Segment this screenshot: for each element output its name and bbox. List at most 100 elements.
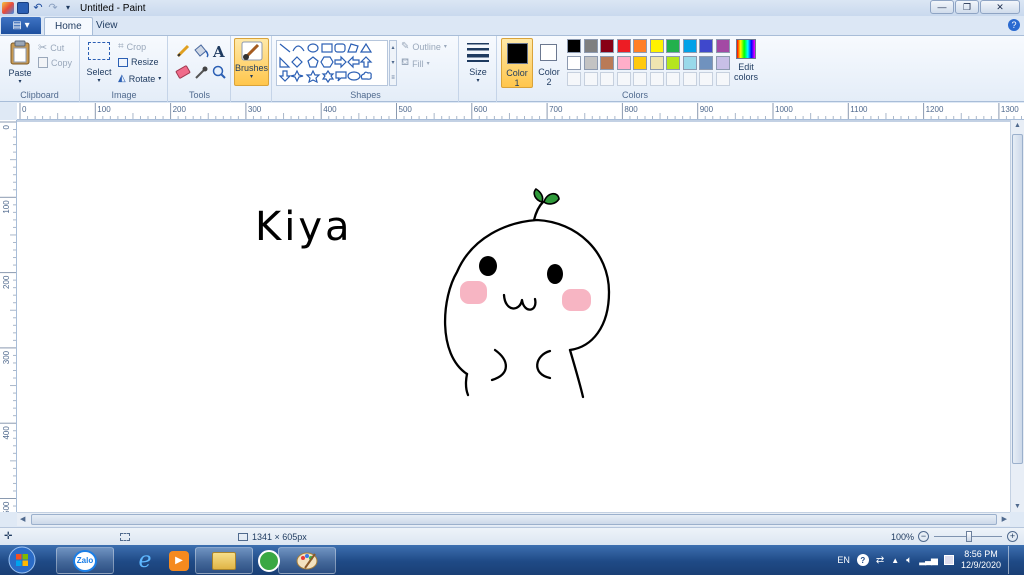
size-button[interactable]: Size ▾ [464,41,492,84]
zoom-out-button[interactable]: − [918,531,929,542]
oval-shape-icon[interactable] [307,43,319,53]
palette-swatch[interactable] [715,55,730,70]
right-triangle-shape-icon[interactable] [279,56,291,68]
callout-shape-icon[interactable] [335,71,347,82]
hexagon-shape-icon[interactable] [320,56,334,68]
pentagon-shape-icon[interactable] [307,56,319,68]
curve-shape-icon[interactable] [292,45,305,52]
horizontal-scrollbar[interactable]: ◀ ▶ [17,512,1010,526]
redo-icon[interactable]: ↷ [47,2,59,14]
fill-bucket-icon[interactable] [194,44,209,58]
copy-button[interactable]: Copy [38,57,72,68]
palette-custom-slot[interactable] [583,72,598,86]
palette-swatch[interactable] [699,55,713,70]
polygon-shape-icon[interactable] [347,43,359,53]
volume-icon[interactable]: 🔈︎ [906,555,912,566]
diamond-shape-icon[interactable] [291,56,303,68]
five-point-star-shape-icon[interactable] [305,69,321,84]
down-arrow-shape-icon[interactable] [278,70,292,82]
signal-icon[interactable]: ▂▃▅ [919,555,938,566]
fill-button[interactable]: ⛾ Fill ▾ [401,57,430,70]
show-desktop-button[interactable] [1008,546,1016,574]
palette-custom-slot[interactable] [600,72,614,86]
network-icon[interactable] [943,555,954,565]
palette-custom-slot[interactable] [567,72,581,86]
color-picker-icon[interactable] [195,66,208,79]
palette-swatch[interactable] [649,55,664,70]
palette-custom-slot[interactable] [699,72,713,86]
paste-dropdown-icon[interactable]: ▾ [18,78,21,85]
oval-callout-shape-icon[interactable] [347,71,361,81]
zoom-slider[interactable] [934,531,1002,542]
network-share-icon[interactable]: ⇄ [876,555,884,566]
resize-button[interactable]: Resize [118,57,159,67]
customize-quick-access-icon[interactable]: ▾ [62,2,74,14]
help-icon[interactable]: ? [1008,19,1020,31]
tab-view[interactable]: View [86,17,128,35]
palette-custom-slot[interactable] [649,72,664,86]
shapes-gallery[interactable] [276,40,388,86]
palette-custom-slot[interactable] [616,72,631,86]
vertical-scroll-thumb[interactable] [1012,134,1023,464]
taskbar-paint[interactable] [278,547,336,574]
palette-swatch[interactable] [583,39,598,53]
triangle-shape-icon[interactable] [359,42,373,53]
zoom-slider-handle[interactable] [966,531,972,542]
palette-swatch[interactable] [616,55,631,70]
show-hidden-icons-icon[interactable]: ▲ [891,556,899,565]
start-button[interactable] [2,546,42,574]
palette-swatch[interactable] [666,39,680,53]
palette-swatch[interactable] [649,39,664,53]
palette-swatch[interactable] [715,39,730,53]
palette-swatch[interactable] [633,55,647,70]
palette-custom-slot[interactable] [682,72,697,86]
clock[interactable]: 8:56 PM 12/9/2020 [961,549,1001,571]
zoom-in-button[interactable]: + [1007,531,1018,542]
select-button[interactable]: Select ▾ [85,42,113,84]
eraser-icon[interactable] [175,65,191,79]
rectangle-shape-icon[interactable] [321,43,333,53]
palette-swatch[interactable] [567,39,581,53]
horizontal-scroll-thumb[interactable] [31,514,997,525]
paint-app-icon[interactable] [2,2,14,14]
crop-button[interactable]: ⌗ Crop [118,41,146,52]
cut-button[interactable]: ✂ Cut [38,41,64,54]
palette-custom-slot[interactable] [715,72,730,86]
right-arrow-shape-icon[interactable] [334,55,347,69]
six-point-star-shape-icon[interactable] [321,69,335,84]
palette-swatch[interactable] [600,39,614,53]
select-dropdown-icon[interactable]: ▾ [97,77,100,84]
close-button[interactable]: ✕ [980,0,1020,14]
palette-custom-slot[interactable] [633,72,647,86]
pencil-icon[interactable] [175,43,191,59]
text-icon[interactable]: A [212,43,225,61]
scroll-up-arrow-icon[interactable]: ▲ [1014,122,1021,129]
vertical-scrollbar[interactable]: ▲ ▼ [1010,120,1024,512]
brushes-button[interactable]: Brushes ▾ [234,38,269,86]
language-indicator[interactable]: EN [837,555,850,565]
color2-button[interactable]: Color 2 [534,38,564,88]
file-menu-button[interactable]: ▤ ▾ [1,17,41,34]
scroll-left-arrow-icon[interactable]: ◀ [20,515,25,523]
left-arrow-shape-icon[interactable] [347,55,360,69]
cloud-callout-shape-icon[interactable] [360,71,372,80]
shapes-scroll[interactable]: ▴ ▾ ≡ [389,40,397,86]
color1-button[interactable]: Color 1 [501,38,533,88]
palette-swatch[interactable] [600,55,614,70]
rounded-rectangle-shape-icon[interactable] [334,43,346,53]
minimize-button[interactable]: — [930,0,954,14]
palette-custom-slot[interactable] [666,72,680,86]
four-point-star-shape-icon[interactable] [290,69,304,83]
drawing-canvas[interactable]: Kiya [17,122,1010,512]
scroll-right-arrow-icon[interactable]: ▶ [1002,515,1007,523]
rotate-button[interactable]: ◭ Rotate ▾ [118,73,161,84]
palette-swatch[interactable] [666,55,680,70]
maximize-button[interactable]: ❐ [955,0,979,14]
palette-swatch[interactable] [616,39,631,53]
taskbar-zalo[interactable]: Zalo [56,547,114,574]
paste-button[interactable]: Paste ▾ [6,40,34,85]
undo-icon[interactable]: ↶ [32,2,44,14]
palette-swatch[interactable] [699,39,713,53]
help-tray-icon[interactable]: ? [856,554,869,566]
palette-swatch[interactable] [567,55,581,70]
